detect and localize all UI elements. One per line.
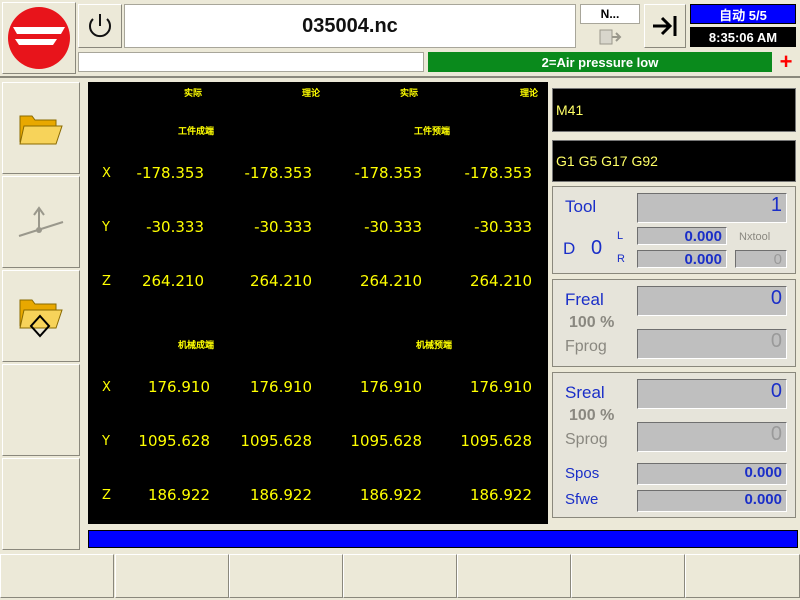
folder-settings-button[interactable] bbox=[2, 270, 80, 362]
feed-override: 100 % bbox=[569, 314, 615, 331]
sidebar-empty-button-2[interactable] bbox=[2, 458, 80, 550]
folder-icon bbox=[19, 115, 63, 145]
position-value: 264.210 bbox=[359, 272, 422, 290]
position-value: 186.922 bbox=[359, 486, 422, 504]
feed-group: Freal 0 100 % Fprog 0 bbox=[552, 279, 796, 367]
workpiece-group-2: 工件预端 bbox=[414, 127, 451, 137]
freal-label: Freal bbox=[565, 290, 604, 309]
softkey-7[interactable] bbox=[685, 554, 800, 598]
col-header-theory-2: 理论 bbox=[520, 89, 539, 99]
sreal-label: Sreal bbox=[565, 383, 605, 402]
position-value: -178.353 bbox=[136, 164, 204, 182]
position-value: 264.210 bbox=[249, 272, 312, 290]
position-value: 186.922 bbox=[249, 486, 312, 504]
fprog-value: 0 bbox=[637, 329, 787, 359]
softkey-6[interactable] bbox=[571, 554, 685, 598]
d-value: 0 bbox=[591, 237, 603, 259]
position-panel: 实际 理论 实际 理论 工件成端 工件预端 X -178.353 -178.35… bbox=[88, 82, 548, 524]
machine-group-1: 机械成端 bbox=[178, 341, 215, 351]
position-value: -30.333 bbox=[146, 218, 204, 236]
fprog-label: Fprog bbox=[565, 338, 607, 355]
sfwe-value: 0.000 bbox=[637, 490, 787, 512]
m-code-display: M41 bbox=[552, 88, 796, 132]
nxtool-value: 0 bbox=[735, 250, 787, 268]
position-value: 1095.628 bbox=[460, 432, 532, 450]
col-header-theory-1: 理论 bbox=[302, 89, 321, 99]
col-header-actual-2: 实际 bbox=[400, 89, 419, 99]
axis-arrow-icon bbox=[18, 206, 64, 237]
l-label: L bbox=[617, 230, 624, 242]
mode-badge: 自动 5/5 bbox=[690, 4, 796, 24]
open-folder-button[interactable] bbox=[2, 82, 80, 174]
position-value: 176.910 bbox=[469, 378, 532, 396]
position-value: 186.922 bbox=[147, 486, 210, 504]
message-field bbox=[78, 52, 424, 72]
n-indicator: N... bbox=[580, 4, 640, 24]
tool-value: 1 bbox=[637, 193, 787, 223]
l-value: 0.000 bbox=[637, 227, 727, 245]
softkey-2[interactable] bbox=[115, 554, 229, 598]
position-value: -178.353 bbox=[464, 164, 532, 182]
sprog-value: 0 bbox=[637, 422, 787, 452]
position-value: 176.910 bbox=[147, 378, 210, 396]
position-value: -30.333 bbox=[364, 218, 422, 236]
alarm-message[interactable]: 2=Air pressure low bbox=[428, 52, 772, 72]
workpiece-group-1: 工件成端 bbox=[178, 127, 215, 137]
status-bar bbox=[88, 530, 798, 548]
r-value: 0.000 bbox=[637, 250, 727, 268]
position-value: 176.910 bbox=[359, 378, 422, 396]
position-value: 264.210 bbox=[469, 272, 532, 290]
g-code-display: G1 G5 G17 G92 bbox=[552, 140, 796, 182]
exit-button[interactable] bbox=[644, 4, 686, 48]
sprog-label: Sprog bbox=[565, 431, 608, 448]
r-label: R bbox=[617, 253, 625, 265]
red-cross-icon[interactable]: + bbox=[776, 51, 796, 73]
sfwe-label: Sfwe bbox=[565, 491, 599, 508]
position-value: -178.353 bbox=[244, 164, 312, 182]
nc-file-icon bbox=[580, 26, 640, 48]
axis-move-button[interactable] bbox=[2, 176, 80, 268]
tool-label: Tool bbox=[565, 197, 597, 216]
tool-group: Tool 1 D 0 L R 0.000 0.000 Nxtool 0 bbox=[552, 186, 796, 274]
power-button[interactable] bbox=[78, 4, 122, 48]
spos-value: 0.000 bbox=[637, 463, 787, 485]
position-value: -30.333 bbox=[474, 218, 532, 236]
clock: 8:35:06 AM bbox=[690, 27, 796, 47]
position-value: 1095.628 bbox=[138, 432, 210, 450]
program-name: 035004.nc bbox=[124, 4, 576, 48]
position-value: 176.910 bbox=[249, 378, 312, 396]
spindle-override: 100 % bbox=[569, 407, 615, 424]
d-label: D bbox=[563, 239, 576, 258]
softkey-3[interactable] bbox=[229, 554, 343, 598]
position-value: 1095.628 bbox=[240, 432, 312, 450]
softkey-1[interactable] bbox=[0, 554, 114, 598]
sreal-value: 0 bbox=[637, 379, 787, 409]
sidebar-empty-button-1[interactable] bbox=[2, 364, 80, 456]
exit-arrow-icon bbox=[653, 16, 677, 36]
spos-label: Spos bbox=[565, 465, 600, 482]
position-value: 186.922 bbox=[469, 486, 532, 504]
folder-diamond-icon bbox=[19, 299, 63, 338]
softkey-5[interactable] bbox=[457, 554, 571, 598]
position-value: -178.353 bbox=[354, 164, 422, 182]
header-divider bbox=[0, 76, 800, 78]
power-icon bbox=[89, 14, 111, 38]
machine-group-2: 机械预端 bbox=[416, 341, 453, 351]
softkey-4[interactable] bbox=[343, 554, 457, 598]
position-value: 1095.628 bbox=[350, 432, 422, 450]
col-header-actual-1: 实际 bbox=[184, 89, 203, 99]
nxtool-label: Nxtool bbox=[739, 231, 771, 243]
spindle-group: Sreal 0 100 % Sprog 0 Spos 0.000 Sfwe 0.… bbox=[552, 372, 796, 518]
position-value: 264.210 bbox=[141, 272, 204, 290]
brand-logo bbox=[2, 2, 76, 74]
freal-value: 0 bbox=[637, 286, 787, 316]
position-value: -30.333 bbox=[254, 218, 312, 236]
